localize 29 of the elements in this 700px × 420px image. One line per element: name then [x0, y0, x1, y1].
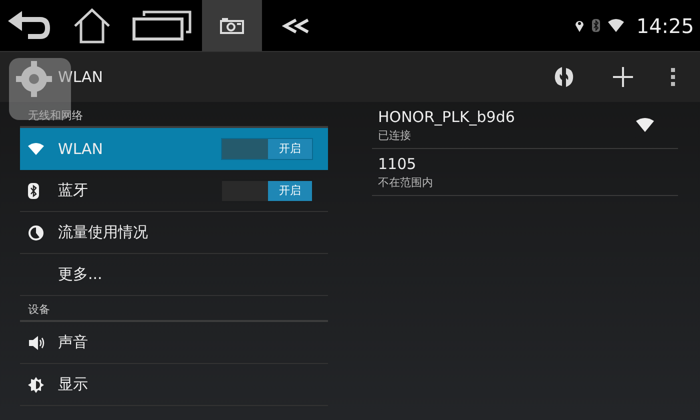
section-header: 设备 [28, 302, 50, 317]
settings-item[interactable]: 显示 [20, 364, 328, 406]
network-item[interactable]: 1105 不在范围内 [372, 149, 678, 196]
location-icon [575, 19, 584, 32]
pie-chart-icon [28, 224, 44, 240]
overflow-menu-icon[interactable] [670, 67, 676, 87]
speaker-icon [28, 334, 46, 350]
brightness-icon [28, 376, 44, 392]
toggle-switch[interactable]: 开启 [222, 138, 312, 158]
wifi-icon [608, 19, 624, 32]
home-icon[interactable] [72, 8, 112, 44]
toggle-switch[interactable]: 开启 [222, 180, 312, 200]
settings-item[interactable]: 蓝牙 开启 [20, 170, 328, 212]
screen-title: WLAN [58, 68, 104, 86]
screenshot-button[interactable] [202, 0, 262, 51]
refresh-icon[interactable] [552, 65, 576, 89]
wifi-icon [28, 142, 44, 154]
recent-apps-icon[interactable] [132, 10, 192, 42]
settings-item[interactable]: 流量使用情况 [20, 212, 328, 254]
gear-icon [15, 60, 53, 98]
bluetooth-icon [592, 19, 600, 32]
add-icon[interactable] [612, 66, 634, 88]
network-item[interactable]: HONOR_PLK_b9d6 已连接 [372, 102, 678, 149]
bluetooth-icon [28, 182, 39, 198]
camera-icon [220, 18, 244, 34]
clock: 14:25 [636, 14, 694, 38]
settings-item[interactable]: 更多... [20, 254, 328, 296]
settings-item[interactable]: WLAN 开启 [20, 128, 328, 170]
settings-item[interactable]: 声音 [20, 322, 328, 364]
